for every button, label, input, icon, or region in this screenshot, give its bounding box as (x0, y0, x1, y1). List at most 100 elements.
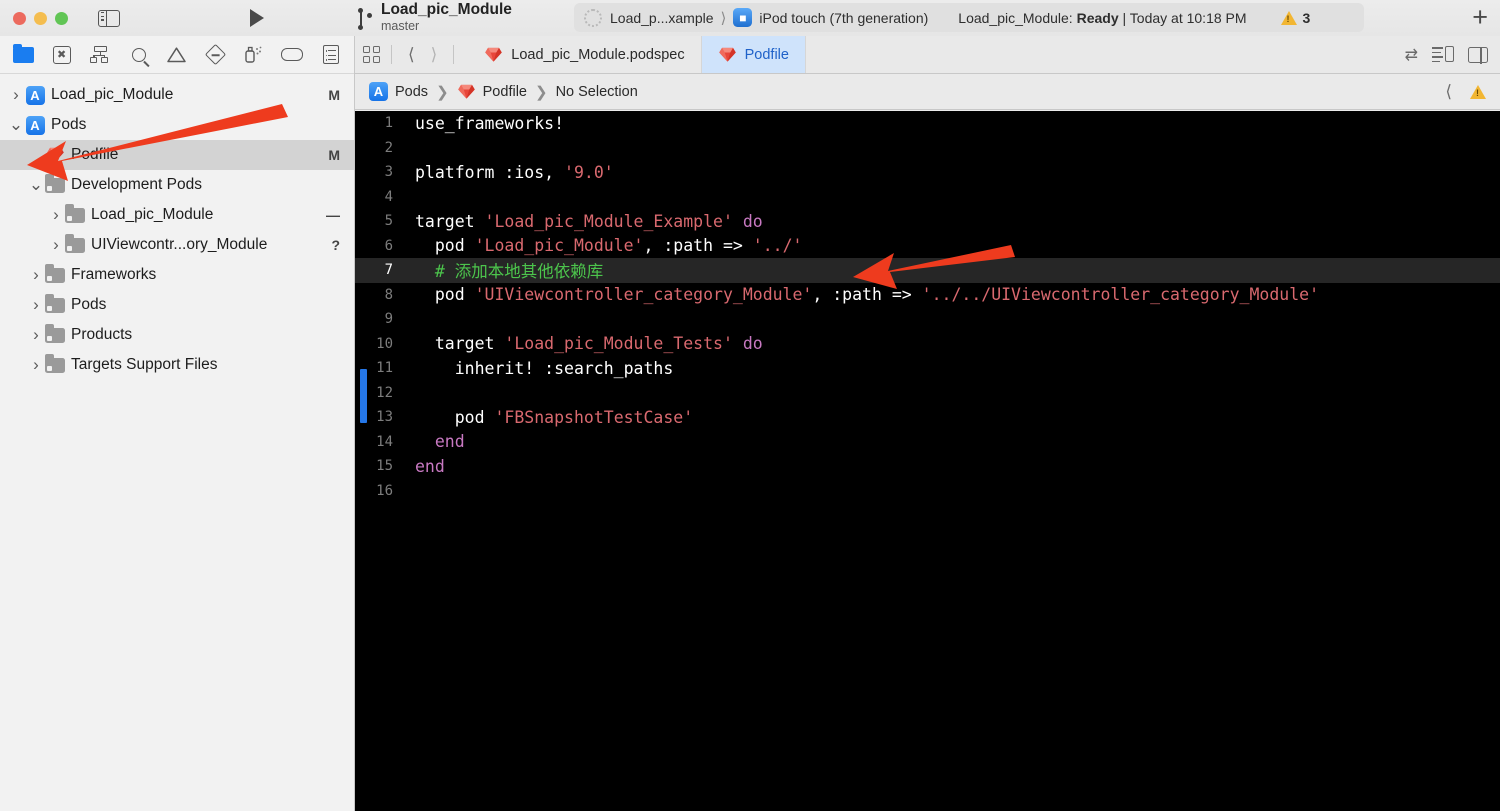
breadcrumb-right-controls: ⟨ (1439, 82, 1500, 102)
run-button[interactable] (250, 9, 264, 27)
navigator-row-products[interactable]: › Products (0, 320, 354, 350)
code-line[interactable]: 7 # 添加本地其他依赖库 (355, 258, 1500, 283)
toggle-inspector-icon[interactable] (1468, 46, 1488, 64)
code-line[interactable]: 12 (355, 381, 1500, 406)
close-window-button[interactable] (13, 11, 26, 25)
navigator-row-development-pods[interactable]: ⌄ Development Pods (0, 170, 354, 200)
symbol-navigator-icon[interactable] (81, 36, 119, 74)
assistant-editor-icon[interactable] (1432, 46, 1454, 63)
navigator-row-uiviewcontr-ory-module[interactable]: › UIViewcontr...ory_Module? (0, 230, 354, 260)
minimize-window-button[interactable] (34, 11, 47, 25)
chevron-right-icon[interactable]: › (8, 85, 24, 105)
breadcrumb-item-no-selection[interactable]: No Selection (556, 84, 638, 100)
chevron-down-icon[interactable]: ⌄ (8, 116, 24, 133)
code-line[interactable]: 2 (355, 136, 1500, 161)
destination-device-icon: ■ (733, 8, 753, 27)
find-navigator-icon[interactable] (119, 36, 157, 74)
code-token-com: # 添加本地其他依赖库 (415, 262, 604, 282)
scheme-name[interactable]: Load_p...xample (610, 10, 714, 26)
xcode-project-icon: A (24, 85, 46, 105)
warning-indicator[interactable]: 3 (1280, 10, 1310, 26)
navigator-row-load-pic-module[interactable]: › Load_pic_Module — (0, 200, 354, 230)
code-line[interactable]: 4 (355, 185, 1500, 210)
code-line[interactable]: 6 pod 'Load_pic_Module', :path => '../' (355, 234, 1500, 259)
chevron-right-icon[interactable]: › (28, 325, 44, 345)
code-line[interactable]: 13 pod 'FBSnapshotTestCase' (355, 405, 1500, 430)
navigator-row-label: Frameworks (71, 266, 157, 283)
navigator-row-label: Pods (71, 296, 107, 313)
editor-tab-podfile[interactable]: Podfile (701, 36, 806, 73)
navigate-back-button[interactable]: ⟨ (402, 45, 421, 65)
code-line[interactable]: 11 inherit! :search_paths (355, 356, 1500, 381)
code-token-plain: pod (415, 236, 475, 256)
navigator-row-label: UIViewcontr...ory_Module (91, 236, 268, 253)
code-token-plain: inherit! :search_paths (415, 358, 674, 378)
xcode-project-icon: A (24, 115, 46, 135)
editor-area: ⟨ ⟩ Load_pic_Module.podspec Podfile ⇄ A Po… (355, 36, 1500, 811)
code-line[interactable]: 5 target 'Load_pic_Module_Example' do (355, 209, 1500, 234)
folder-icon (44, 174, 66, 193)
destination-name[interactable]: iPod touch (7th generation) (759, 10, 928, 26)
file-warning-icon[interactable] (1470, 84, 1486, 99)
folder-icon (44, 264, 66, 283)
code-line[interactable]: 15 end (355, 454, 1500, 479)
tab-bar-left-controls: ⟨ ⟩ (355, 36, 468, 73)
ruby-gem-icon (44, 147, 66, 163)
breadcrumb-label: No Selection (555, 83, 638, 100)
project-name: Load_pic_Module (381, 1, 512, 18)
branch-name: master (381, 19, 420, 33)
code-line[interactable]: 10 target 'Load_pic_Module_Tests' do (355, 332, 1500, 357)
navigate-forward-button[interactable]: ⟩ (425, 45, 444, 65)
ruby-gem-icon (484, 47, 503, 63)
breadcrumb-item-podfile[interactable]: Podfile (457, 84, 527, 100)
code-line[interactable]: 8 pod 'UIViewcontroller_category_Module'… (355, 283, 1500, 308)
navigator-row-podfile[interactable]: Podfile M (0, 140, 354, 170)
breadcrumb-separator-icon: ❯ (436, 83, 449, 101)
chevron-right-icon[interactable]: › (28, 355, 44, 375)
chevron-right-icon[interactable]: › (48, 205, 64, 225)
source-code-editor[interactable]: 1 use_frameworks! 2 3 platform :ios, '9.0' 4 5… (355, 111, 1500, 811)
breakpoint-navigator-icon[interactable] (273, 36, 311, 74)
debug-navigator-icon[interactable] (235, 36, 273, 74)
editor-tab-load-pic-module-podspec[interactable]: Load_pic_Module.podspec (468, 36, 702, 73)
breadcrumb-separator-icon: ❯ (534, 83, 548, 101)
source-control-navigator-icon[interactable]: ✖ (42, 36, 80, 74)
line-number: 16 (376, 482, 393, 499)
code-line[interactable]: 1 use_frameworks! (355, 111, 1500, 136)
code-line[interactable]: 14 end (355, 430, 1500, 455)
add-editor-button[interactable]: + (1472, 4, 1488, 31)
line-number: 3 (384, 164, 393, 181)
navigator-row-status-badge: M (328, 87, 340, 103)
code-token-str: 'UIViewcontroller_category_Module' (474, 285, 813, 305)
code-token-plain: , :path => (643, 236, 753, 256)
breadcrumb-item-pods[interactable]: A Pods (369, 82, 428, 101)
navigator-row-targets-support-files[interactable]: › Targets Support Files (0, 350, 354, 380)
issue-navigator-icon[interactable] (158, 36, 196, 74)
xcode-project-icon: A (369, 82, 388, 101)
navigator-row-frameworks[interactable]: › Frameworks (0, 260, 354, 290)
swap-editors-icon[interactable]: ⇄ (1405, 45, 1418, 65)
code-token-str: '../' (752, 236, 803, 256)
navigator-row-pods[interactable]: › Pods (0, 290, 354, 320)
previous-issue-button[interactable]: ⟨ (1439, 82, 1458, 102)
report-navigator-icon[interactable] (312, 36, 350, 74)
code-line[interactable]: 3 platform :ios, '9.0' (355, 160, 1500, 185)
line-number: 4 (384, 188, 393, 205)
navigator-row-load-pic-module[interactable]: › A Load_pic_Module M (0, 80, 354, 110)
code-line[interactable]: 9 (355, 307, 1500, 332)
show-tabs-grid-icon[interactable] (363, 45, 381, 64)
navigator-row-pods[interactable]: ⌄ A Pods (0, 110, 354, 140)
project-navigator-icon[interactable] (4, 36, 42, 74)
chevron-down-icon[interactable]: ⌄ (28, 176, 44, 193)
chevron-right-icon[interactable]: › (28, 265, 44, 285)
project-navigator: ✖ › A Load_pic_Module M ⌄ A Pods Podfile M ⌄ Devel… (0, 36, 355, 811)
navigator-row-label: Targets Support Files (71, 356, 218, 373)
zoom-window-button[interactable] (55, 11, 68, 25)
chevron-right-icon[interactable]: › (48, 235, 64, 255)
chevron-right-icon[interactable]: › (28, 295, 44, 315)
folder-icon (64, 234, 86, 253)
test-navigator-icon[interactable] (196, 36, 234, 74)
editor-tab-label: Load_pic_Module.podspec (511, 46, 685, 63)
sidebar-toggle-icon[interactable] (98, 9, 120, 27)
code-line[interactable]: 16 (355, 479, 1500, 504)
